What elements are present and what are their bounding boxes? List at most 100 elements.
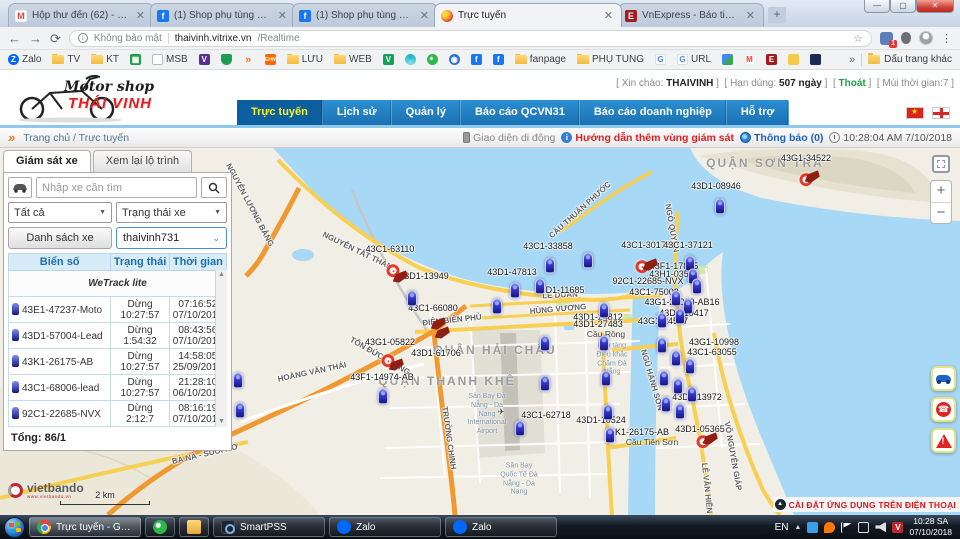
shield-extension-icon[interactable] (901, 32, 911, 44)
vehicle-marker[interactable] (603, 404, 613, 420)
forward-icon[interactable]: → (29, 32, 42, 45)
tab-close-icon[interactable]: ✕ (276, 9, 289, 22)
fullscreen-icon[interactable] (932, 155, 950, 173)
bookmark-item[interactable]: GHN (265, 54, 276, 65)
site-info-icon[interactable]: i (78, 33, 88, 43)
table-scrollbar[interactable]: ▲ ▼ (215, 270, 227, 427)
notifications-link[interactable]: Thông báo (0) (740, 132, 823, 144)
tab-close-icon[interactable]: ✕ (418, 9, 431, 22)
action-center-icon[interactable] (841, 522, 852, 533)
vehicle-marker[interactable] (535, 278, 545, 294)
extension-icon[interactable]: 1 (880, 32, 893, 45)
nav-item-báo-cáo-qcvn31[interactable]: Báo cáo QCVN31 (461, 100, 580, 125)
vehicle-marker[interactable] (233, 372, 243, 388)
flag-vietnam-icon[interactable] (906, 107, 924, 119)
back-icon[interactable]: ← (8, 32, 21, 45)
vehicle-marker[interactable] (235, 402, 245, 418)
bookmark-item[interactable] (427, 54, 438, 65)
vehicle-marker[interactable] (599, 335, 609, 351)
col-header-status[interactable]: Trạng thái (111, 254, 169, 271)
vehicle-marker[interactable] (687, 386, 697, 402)
tab-close-icon[interactable]: ✕ (602, 9, 615, 22)
vehicle-icon-button[interactable] (8, 177, 32, 198)
vehicle-marker[interactable] (492, 298, 502, 314)
browser-tab[interactable]: Trực tuyến✕ (434, 3, 622, 27)
bookmark-item[interactable]: f (471, 54, 482, 65)
vehicle-marker[interactable] (510, 282, 520, 298)
tab-route-replay[interactable]: Xem lại lộ trình (93, 150, 192, 172)
mobile-ui-link[interactable]: Giao diện di động (463, 132, 555, 144)
scroll-down-icon[interactable]: ▼ (218, 417, 225, 427)
bookmark-item[interactable]: GURL (677, 54, 711, 65)
vehicle-marker[interactable] (605, 427, 615, 443)
taskbar-clock[interactable]: 10:28 SA 07/10/2018 (909, 516, 956, 538)
language-indicator[interactable]: EN (775, 522, 789, 533)
car-quick-button[interactable] (931, 366, 956, 391)
vehicle-marker[interactable] (378, 388, 388, 404)
vehicle-marker[interactable] (659, 370, 669, 386)
scroll-up-icon[interactable]: ▲ (218, 270, 225, 280)
window-close-button[interactable]: ✕ (916, 0, 954, 13)
nav-item-quản-lý[interactable]: Quản lý (392, 100, 461, 125)
vehicle-marker[interactable] (673, 378, 683, 394)
browser-menu-icon[interactable]: ⋮ (941, 32, 952, 45)
nav-item-báo-cáo-doanh-nghiệp[interactable]: Báo cáo doanh nghiệp (580, 100, 727, 125)
vehicle-marker[interactable] (685, 358, 695, 374)
browser-tab[interactable]: f(1) Shop phụ tùng xe máy chính✕ (150, 3, 296, 27)
table-row[interactable]: 43D1-57004-LeadDừng1:54:3208:43:5607/10/… (9, 323, 227, 349)
vehicle-marker[interactable] (657, 312, 667, 328)
display-tray-icon[interactable] (807, 522, 818, 533)
bookmark-item[interactable]: TV (52, 54, 80, 65)
taskbar-button-coccoc[interactable] (145, 517, 175, 537)
table-row[interactable]: 43E1-47237-MotoDừng10:27:5707:16:5207/10… (9, 297, 227, 323)
warn-quick-button[interactable] (931, 428, 956, 453)
install-app-banner[interactable]: ▲ CÀI ĐẶT ỨNG DỤNG TRÊN ĐIỆN THOẠI (773, 497, 960, 512)
antivirus-tray-icon[interactable] (824, 522, 835, 533)
nav-item-hỗ-trợ[interactable]: Hỗ trợ (727, 100, 789, 125)
taskbar-button-zalo[interactable]: Zalo (329, 517, 441, 537)
zoom-in-button[interactable]: + (931, 181, 951, 202)
reload-icon[interactable]: ⟳ (50, 32, 61, 45)
bookmark-item[interactable]: ZZalo (8, 54, 41, 65)
group-filter-select[interactable]: Tất cả▼ (8, 202, 112, 223)
other-bookmarks-button[interactable]: Dấu trang khác (868, 54, 952, 65)
volume-tray-icon[interactable] (875, 522, 886, 533)
profile-avatar[interactable] (919, 31, 933, 45)
vehicle-marker[interactable] (657, 337, 667, 353)
bookmark-item[interactable]: MSB (152, 54, 188, 65)
bookmark-item[interactable] (405, 54, 416, 65)
vehicle-marker[interactable] (540, 375, 550, 391)
bookmark-item[interactable]: WEB (334, 54, 372, 65)
bookmark-item[interactable] (788, 54, 799, 65)
nav-item-lịch-sử[interactable]: Lịch sử (323, 100, 392, 125)
status-filter-select[interactable]: Trạng thái xe▼ (116, 202, 227, 223)
bookmark-item[interactable]: V (383, 54, 394, 65)
tab-close-icon[interactable]: ✕ (134, 9, 147, 22)
flag-english-icon[interactable] (932, 107, 950, 119)
taskbar-button-chrome[interactable]: Trực tuyến - Goo... (29, 517, 141, 537)
account-combobox[interactable]: thaivinh731⌄ (116, 227, 227, 249)
col-header-plate[interactable]: Biển số (9, 254, 111, 271)
v-tray-icon[interactable]: V (892, 522, 903, 533)
bookmark-item[interactable]: f (493, 54, 504, 65)
vehicle-marker[interactable] (407, 290, 417, 306)
tab-monitor-vehicles[interactable]: Giám sát xe (3, 150, 91, 172)
taskbar-button-folder[interactable] (179, 517, 209, 537)
vehicle-marker[interactable] (692, 278, 702, 294)
guide-link[interactable]: i Hướng dẫn thêm vùng giám sát (561, 132, 734, 144)
vehicle-marker[interactable] (671, 350, 681, 366)
tray-expand-icon[interactable]: ▲ (795, 524, 802, 531)
bookmark-star-icon[interactable]: ☆ (853, 32, 863, 45)
bookmark-item[interactable] (221, 54, 232, 65)
search-input[interactable] (36, 177, 197, 198)
start-button[interactable] (4, 517, 25, 538)
bookmark-item[interactable]: M (744, 54, 755, 65)
address-bar[interactable]: i Không bảo mật thaivinh.vitrixe.vn /Rea… (69, 30, 872, 47)
bookmark-item[interactable]: PHỤ TÙNG (577, 54, 644, 65)
bookmark-item[interactable]: G (655, 54, 666, 65)
browser-tab[interactable]: MHộp thư đến (62) - thaivinhmot✕ (8, 3, 154, 27)
vehicle-marker[interactable] (601, 370, 611, 386)
map-canvas[interactable]: QUẬN SƠN TRÀQUẬN HẢI CHÂUQUẬN THANH KHÊN… (0, 148, 960, 515)
search-button[interactable] (201, 177, 227, 198)
vehicle-marker[interactable] (661, 396, 671, 412)
